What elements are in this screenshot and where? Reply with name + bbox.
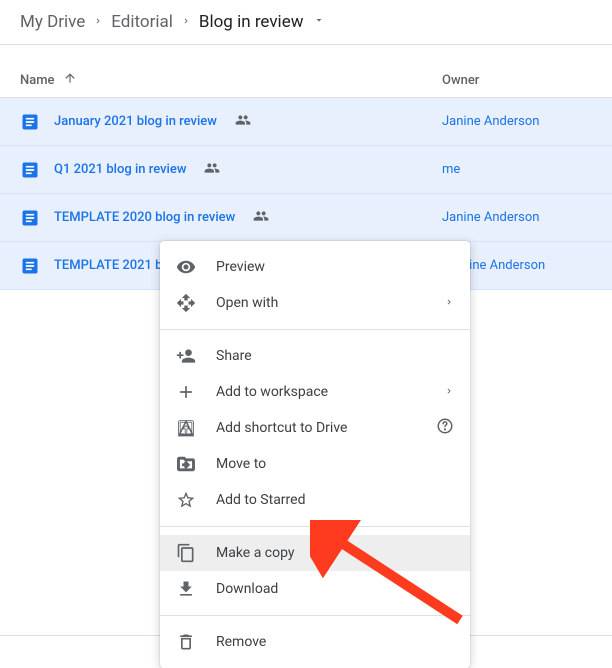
file-name: TEMPLATE 2020 blog in review bbox=[54, 210, 235, 225]
folder-move-icon bbox=[176, 454, 196, 474]
doc-icon bbox=[20, 112, 40, 132]
menu-starred[interactable]: Add to Starred bbox=[160, 482, 470, 518]
file-name: Q1 2021 blog in review bbox=[54, 162, 186, 177]
doc-icon bbox=[20, 208, 40, 228]
table-row[interactable]: January 2021 blog in review Janine Ander… bbox=[0, 98, 612, 146]
doc-icon bbox=[20, 256, 40, 276]
menu-divider bbox=[160, 526, 470, 527]
menu-label: Add to Starred bbox=[216, 492, 454, 508]
menu-label: Preview bbox=[216, 259, 454, 275]
breadcrumb: My Drive Editorial Blog in review bbox=[0, 0, 612, 45]
owner-cell: Janine Anderson bbox=[442, 210, 592, 225]
menu-label: Make a copy bbox=[216, 545, 454, 561]
person-add-icon bbox=[176, 346, 196, 366]
star-icon bbox=[176, 490, 196, 510]
help-icon[interactable] bbox=[436, 417, 454, 439]
column-header-owner[interactable]: Owner bbox=[442, 73, 592, 88]
menu-label: Open with bbox=[216, 295, 424, 311]
column-name-label: Name bbox=[20, 73, 55, 88]
copy-icon bbox=[176, 543, 196, 563]
table-row[interactable]: TEMPLATE 2020 blog in review Janine Ande… bbox=[0, 194, 612, 242]
menu-openwith[interactable]: Open with bbox=[160, 285, 470, 321]
trash-icon bbox=[176, 632, 196, 652]
menu-addworkspace[interactable]: Add to workspace bbox=[160, 374, 470, 410]
menu-moveto[interactable]: Move to bbox=[160, 446, 470, 482]
menu-share[interactable]: Share bbox=[160, 338, 470, 374]
menu-download[interactable]: Download bbox=[160, 571, 470, 607]
sort-arrow-up-icon bbox=[63, 71, 77, 89]
dropdown-icon[interactable] bbox=[313, 14, 325, 30]
chevron-right-icon bbox=[444, 384, 454, 400]
drive-shortcut-icon bbox=[176, 418, 196, 438]
menu-preview[interactable]: Preview bbox=[160, 249, 470, 285]
shared-icon bbox=[235, 112, 251, 132]
column-header-row: Name Owner bbox=[0, 63, 612, 98]
owner-cell: Janine Anderson bbox=[442, 114, 592, 129]
breadcrumb-item-current[interactable]: Blog in review bbox=[199, 12, 304, 32]
column-header-name[interactable]: Name bbox=[20, 71, 442, 89]
menu-label: Download bbox=[216, 581, 454, 597]
menu-divider bbox=[160, 615, 470, 616]
shared-icon bbox=[253, 208, 269, 228]
chevron-right-icon bbox=[93, 14, 103, 30]
chevron-right-icon bbox=[444, 295, 454, 311]
menu-shortcut[interactable]: Add shortcut to Drive bbox=[160, 410, 470, 446]
open-with-icon bbox=[176, 293, 196, 313]
menu-label: Share bbox=[216, 348, 454, 364]
file-name: January 2021 blog in review bbox=[54, 114, 217, 129]
menu-label: Remove bbox=[216, 634, 454, 650]
eye-icon bbox=[176, 257, 196, 277]
chevron-right-icon bbox=[181, 14, 191, 30]
breadcrumb-item-mydrive[interactable]: My Drive bbox=[20, 12, 85, 32]
shared-icon bbox=[204, 160, 220, 180]
plus-icon bbox=[176, 382, 196, 402]
menu-makecopy[interactable]: Make a copy bbox=[160, 535, 470, 571]
menu-divider bbox=[160, 329, 470, 330]
menu-label: Move to bbox=[216, 456, 454, 472]
menu-label: Add shortcut to Drive bbox=[216, 420, 416, 436]
doc-icon bbox=[20, 160, 40, 180]
breadcrumb-item-editorial[interactable]: Editorial bbox=[111, 12, 173, 32]
menu-label: Add to workspace bbox=[216, 384, 424, 400]
menu-remove[interactable]: Remove bbox=[160, 624, 470, 660]
download-icon bbox=[176, 579, 196, 599]
table-row[interactable]: Q1 2021 blog in review me bbox=[0, 146, 612, 194]
owner-cell: me bbox=[442, 162, 592, 177]
context-menu: Preview Open with Share Add to workspace… bbox=[160, 241, 470, 668]
